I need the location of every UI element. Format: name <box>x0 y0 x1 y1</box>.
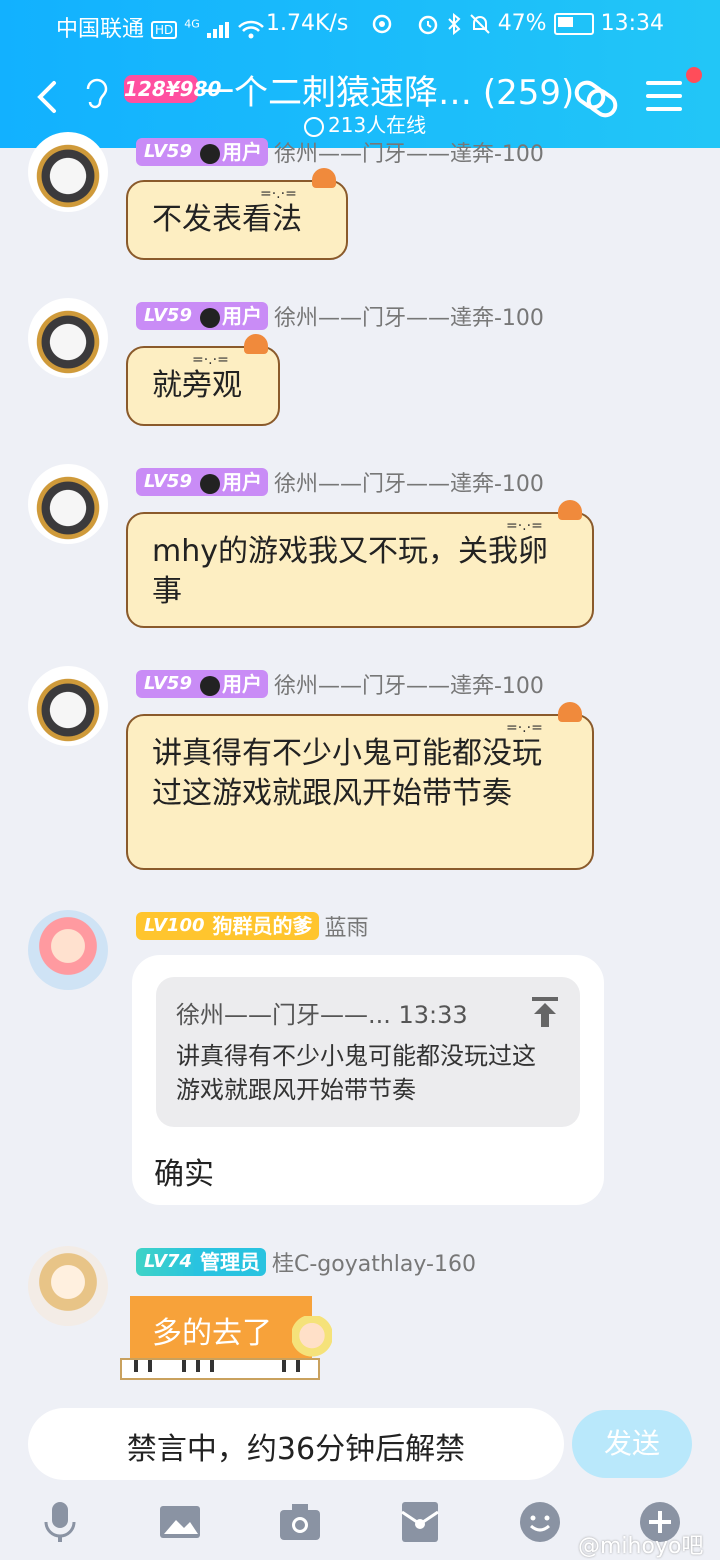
role-badge: 管理员 <box>193 1248 266 1276</box>
bomb-icon <box>199 307 220 328</box>
role-badge: 用户 <box>193 670 268 698</box>
sender-name[interactable]: 蓝雨 <box>325 916 369 941</box>
status-left: 中国联通 HD 4G <box>56 11 264 43</box>
avatar[interactable] <box>28 298 108 378</box>
chat-title-bar: 128¥980 一个二刺猿速降… (259) 213人在线 <box>0 55 720 145</box>
level-badge: LV100 <box>136 912 213 940</box>
status-right: 47% 13:34 <box>417 11 664 36</box>
sender-meta: LV100 狗群员的爹 蓝雨 <box>136 910 369 941</box>
level-badge: LV59 <box>136 468 200 496</box>
mute-bell-icon <box>469 14 490 34</box>
online-circle-icon <box>304 116 324 137</box>
message-text: 多的去了 <box>152 1316 272 1351</box>
level-badge: LV74 <box>136 1248 200 1276</box>
quote-text: 讲真得有不少小鬼可能都没玩过这游戏就跟风开始带节奏 <box>176 1042 536 1104</box>
sender-meta: LV59 用户 徐州——门牙——達奔-100 <box>136 300 544 331</box>
cat-decoration-icon <box>260 168 342 214</box>
sender-name[interactable]: 徐州——门牙——達奔-100 <box>274 306 544 331</box>
hd-badge: HD <box>151 21 178 39</box>
avatar[interactable] <box>28 464 108 544</box>
chat-title[interactable]: 一个二刺猿速降… (259) <box>200 65 574 114</box>
avatar[interactable] <box>28 1246 108 1326</box>
level-badge: LV59 <box>136 302 200 330</box>
level-badge: LV59 <box>136 670 200 698</box>
carrier: 中国联通 <box>56 17 145 42</box>
group-name: 一个二刺猿速降… <box>200 73 472 113</box>
sender-meta: LV59 用户 徐州——门牙——達奔-100 <box>136 136 544 167</box>
signal-type: 4G <box>184 17 200 31</box>
avatar[interactable] <box>28 910 108 990</box>
message-bubble[interactable]: mhy的游戏我又不玩，关我卵事 <box>126 500 594 628</box>
image-icon[interactable] <box>158 1500 202 1544</box>
role-badge: 狗群员的爹 <box>206 912 319 940</box>
net-speed: 1.74K/s <box>266 11 393 36</box>
reply-bubble[interactable]: 徐州——门牙——... 13:33 讲真得有不少小鬼可能都没玩过这游戏就跟风开始… <box>132 955 604 1205</box>
role-badge: 用户 <box>193 468 268 496</box>
role-badge: 用户 <box>193 138 268 166</box>
back-arrow-icon[interactable] <box>28 77 68 117</box>
message-text: 讲真得有不少小鬼可能都没玩过这游戏就跟风开始带节奏 <box>152 736 542 811</box>
clock: 13:34 <box>600 11 664 36</box>
role-text: 用户 <box>221 672 262 696</box>
message-bubble[interactable]: 多的去了 <box>130 1296 312 1360</box>
bomb-icon <box>199 473 220 494</box>
quote-header: 徐州——门牙——... 13:33 <box>176 1001 468 1029</box>
message-bubble[interactable]: 不发表看法 <box>126 168 348 260</box>
piano-decoration <box>120 1358 320 1380</box>
avatar[interactable] <box>28 666 108 746</box>
level-badge: LV59 <box>136 138 200 166</box>
status-bar: 中国联通 HD 4G 1.74K/s 47% 13:34 <box>0 0 720 50</box>
online-text: 213人在线 <box>328 113 427 137</box>
sender-meta: LV74 管理员 桂C-goyathlay-160 <box>136 1246 476 1277</box>
send-button[interactable]: 发送 <box>572 1410 692 1478</box>
quoted-message[interactable]: 徐州——门牙——... 13:33 讲真得有不少小鬼可能都没玩过这游戏就跟风开始… <box>156 977 580 1127</box>
top-bar: 中国联通 HD 4G 1.74K/s 47% 13:34 128¥980 一个二… <box>0 0 720 148</box>
wifi-icon <box>237 20 264 39</box>
message-bubble[interactable]: 讲真得有不少小鬼可能都没玩过这游戏就跟风开始带节奏 <box>126 702 594 870</box>
emoji-icon[interactable] <box>518 1500 562 1544</box>
role-text: 用户 <box>221 470 262 494</box>
role-badge: 用户 <box>193 302 268 330</box>
sender-name[interactable]: 徐州——门牙——達奔-100 <box>274 674 544 699</box>
bluetooth-icon <box>447 12 461 36</box>
bomb-icon <box>199 143 220 164</box>
muted-notice: 禁言中，约36分钟后解禁 <box>126 1432 466 1467</box>
message-bubble[interactable]: 就旁观 <box>126 334 280 426</box>
net-speed-text: 1.74K/s <box>266 11 349 36</box>
cat-decoration-icon <box>506 500 588 546</box>
notification-dot <box>686 67 702 83</box>
red-packet-icon[interactable] <box>398 1500 442 1544</box>
role-text: 用户 <box>221 304 262 328</box>
signal-bars-icon <box>206 22 231 38</box>
cat-decoration-icon <box>192 334 274 380</box>
menu-icon[interactable] <box>646 81 682 113</box>
group-level-badge: 128¥980 <box>124 75 222 103</box>
sender-name[interactable]: 徐州——门牙——達奔-100 <box>274 472 544 497</box>
alarm-icon <box>418 15 437 35</box>
battery-percent: 47% <box>497 11 547 36</box>
nfc-icon <box>373 14 392 34</box>
ear-icon[interactable] <box>82 75 112 111</box>
online-count: 213人在线 <box>304 109 426 138</box>
message-text: 确实 <box>154 1157 214 1192</box>
chibi-decoration-icon <box>292 1316 332 1372</box>
battery-icon <box>553 13 594 35</box>
cat-decoration-icon <box>506 702 588 748</box>
avatar[interactable] <box>28 132 108 212</box>
jump-to-quote-icon[interactable] <box>532 997 558 1027</box>
microphone-icon[interactable] <box>38 1500 82 1544</box>
sender-name[interactable]: 徐州——门牙——達奔-100 <box>274 142 544 167</box>
message-text: mhy的游戏我又不玩，关我卵事 <box>152 534 548 609</box>
camera-icon[interactable] <box>278 1500 322 1544</box>
message-input[interactable]: 禁言中，约36分钟后解禁 <box>28 1408 564 1480</box>
role-text: 用户 <box>221 140 262 164</box>
sender-meta: LV59 用户 徐州——门牙——達奔-100 <box>136 466 544 497</box>
share-link-icon[interactable] <box>570 75 622 123</box>
sender-meta: LV59 用户 徐州——门牙——達奔-100 <box>136 668 544 699</box>
bomb-icon <box>199 675 220 696</box>
sender-name[interactable]: 桂C-goyathlay-160 <box>272 1252 476 1277</box>
member-count: (259) <box>482 73 575 113</box>
watermark: @mihoyo吧 <box>578 1534 704 1559</box>
